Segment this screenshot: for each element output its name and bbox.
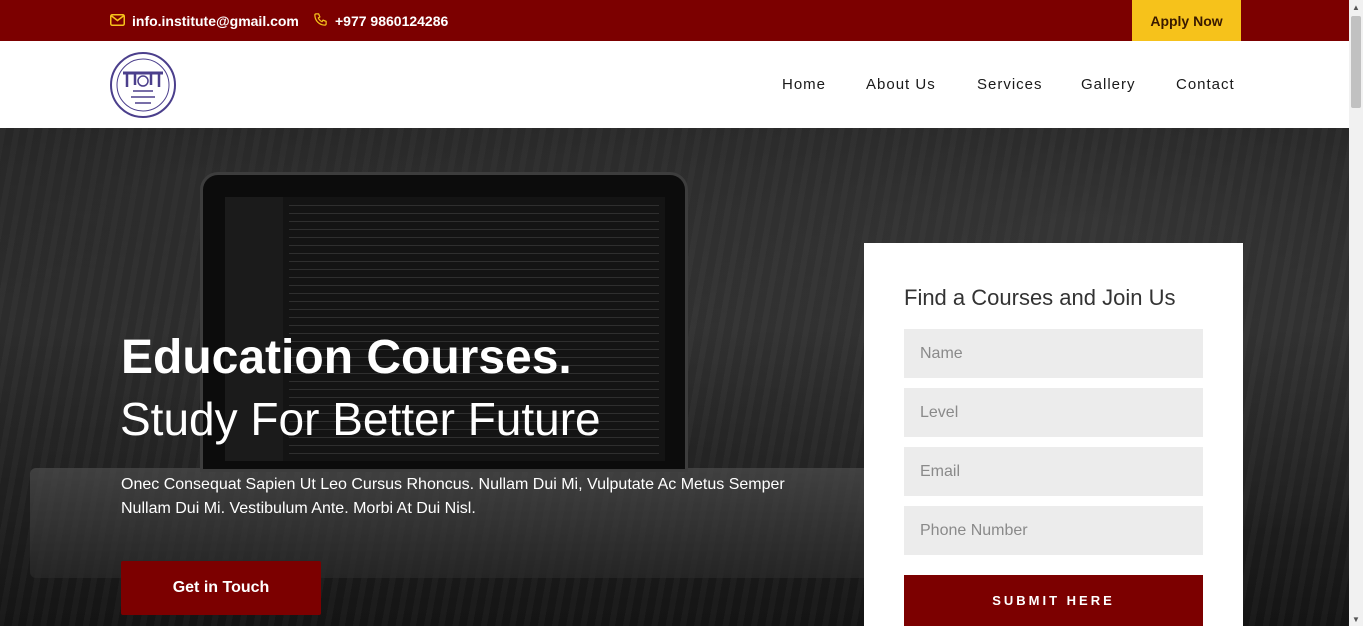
phone-text: +977 9860124286 <box>335 12 449 29</box>
nav-home[interactable]: Home <box>782 76 826 93</box>
email-input[interactable] <box>904 447 1203 496</box>
page-scrollbar[interactable]: ▲ ▼ <box>1349 0 1363 626</box>
email-contact[interactable]: info.institute@gmail.com <box>110 0 299 41</box>
hero-subtitle: Study For Better Future <box>120 393 601 445</box>
mail-icon <box>110 13 132 29</box>
scroll-thumb[interactable] <box>1351 16 1361 108</box>
nav-contact[interactable]: Contact <box>1176 76 1235 93</box>
phone-contact[interactable]: +977 9860124286 <box>313 0 448 41</box>
phone-number-input[interactable] <box>904 506 1203 555</box>
nav-services[interactable]: Services <box>977 76 1043 93</box>
scroll-down-arrow-icon[interactable]: ▼ <box>1349 612 1363 626</box>
nav-gallery[interactable]: Gallery <box>1081 76 1136 93</box>
institute-logo[interactable] <box>109 51 177 119</box>
form-title: Find a Courses and Join Us <box>904 285 1176 310</box>
name-input[interactable] <box>904 329 1203 378</box>
main-navbar: Home About Us Services Gallery Contact <box>0 41 1349 128</box>
submit-button[interactable]: SUBMIT HERE <box>904 575 1203 626</box>
scroll-up-arrow-icon[interactable]: ▲ <box>1349 0 1363 14</box>
course-join-form: Find a Courses and Join Us SUBMIT HERE <box>864 243 1243 626</box>
hero-description: Onec Consequat Sapien Ut Leo Cursus Rhon… <box>121 476 785 517</box>
phone-icon <box>313 12 335 30</box>
level-input[interactable] <box>904 388 1203 437</box>
email-text: info.institute@gmail.com <box>132 12 299 29</box>
nav-about-us[interactable]: About Us <box>866 76 936 93</box>
apply-now-button[interactable]: Apply Now <box>1132 0 1241 41</box>
hero-title: Education Courses. <box>121 331 572 384</box>
top-bar: info.institute@gmail.com +977 9860124286… <box>0 0 1349 41</box>
get-in-touch-button[interactable]: Get in Touch <box>121 561 321 615</box>
